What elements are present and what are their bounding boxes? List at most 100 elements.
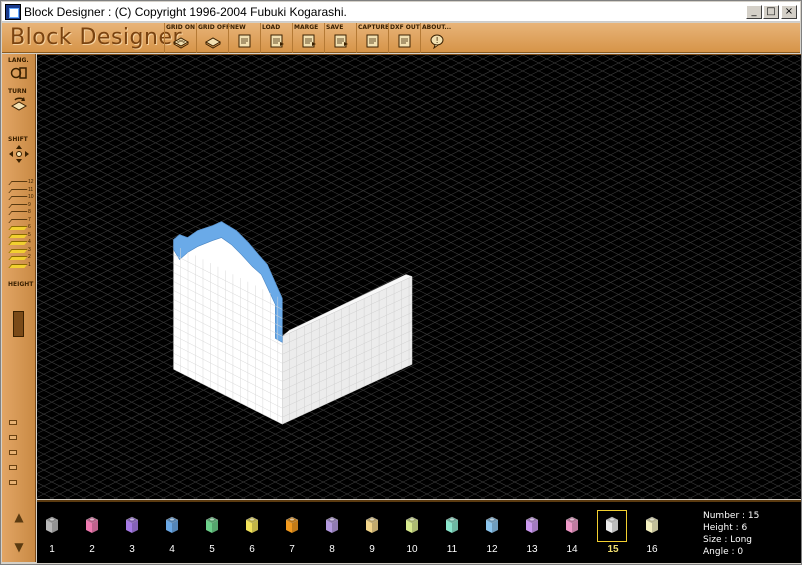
block-icon xyxy=(605,516,619,533)
shift-arrows-icon[interactable] xyxy=(8,144,30,164)
block-icon xyxy=(645,516,659,533)
swatch-number: 3 xyxy=(129,544,135,555)
color-swatch-11[interactable]: 11 xyxy=(437,510,467,556)
height-step[interactable] xyxy=(8,256,28,260)
tool-label: CAPTURE xyxy=(358,24,390,31)
color-swatch-5[interactable]: 5 xyxy=(197,510,227,556)
slot-indicator[interactable] xyxy=(9,465,17,470)
height-step[interactable] xyxy=(8,226,28,230)
turn-icon[interactable] xyxy=(10,96,28,112)
height-step[interactable] xyxy=(8,233,28,238)
slot-indicator[interactable] xyxy=(9,450,17,455)
color-swatch-12[interactable]: 12 xyxy=(477,510,507,556)
block-icon xyxy=(365,516,379,533)
capture-icon xyxy=(366,34,379,48)
color-swatch-10[interactable]: 10 xyxy=(397,510,427,556)
maximize-button[interactable]: □ xyxy=(763,5,779,19)
language-icon[interactable] xyxy=(10,65,28,81)
close-button[interactable]: × xyxy=(781,5,797,19)
height-step[interactable] xyxy=(8,203,28,208)
about-icon: ! xyxy=(430,34,444,49)
color-swatch-8[interactable]: 8 xyxy=(317,510,347,556)
minimize-button[interactable]: _ xyxy=(746,5,762,19)
scroll-down-button[interactable]: ▼ xyxy=(12,540,26,554)
tool-about[interactable]: ABOUT...! xyxy=(420,23,452,53)
height-step-number: 9 xyxy=(28,201,31,208)
height-step-number: 12 xyxy=(28,179,34,185)
swatch-number: 14 xyxy=(566,544,578,555)
height-step[interactable] xyxy=(8,218,28,223)
height-step[interactable] xyxy=(8,196,28,200)
height-step-number: 10 xyxy=(28,194,34,200)
isometric-grid xyxy=(37,55,801,499)
tool-grid-off[interactable]: GRID OFF xyxy=(196,23,230,53)
color-swatch-13[interactable]: 13 xyxy=(517,510,547,556)
info-number: Number : 15 xyxy=(703,511,760,521)
design-canvas[interactable] xyxy=(37,54,801,499)
tool-label: SAVE xyxy=(326,24,344,31)
tool-merge[interactable]: MARGE xyxy=(292,23,324,53)
swatch-number: 9 xyxy=(369,544,375,555)
block-info: Number : 15 Height : 6 Size : Long Angle… xyxy=(703,510,759,558)
scroll-up-button[interactable]: ▲ xyxy=(12,510,26,524)
height-step-number: 1 xyxy=(28,261,31,268)
tool-label: DXF OUT xyxy=(390,24,420,31)
height-step[interactable] xyxy=(8,211,28,215)
color-swatch-7[interactable]: 7 xyxy=(277,510,307,556)
tool-label: LOAD xyxy=(262,24,281,31)
tool-new-file[interactable]: NEW xyxy=(228,23,260,53)
height-step[interactable] xyxy=(8,241,28,245)
swatch-number: 12 xyxy=(486,544,498,555)
swatch-number: 16 xyxy=(646,544,658,555)
color-swatch-3[interactable]: 3 xyxy=(117,510,147,556)
app-logo: Block Designer xyxy=(10,25,183,50)
info-angle: Angle : 0 xyxy=(703,547,744,557)
height-step[interactable] xyxy=(8,248,28,253)
block-icon xyxy=(165,516,179,533)
height-step-number: 5 xyxy=(28,231,31,238)
block-icon xyxy=(85,516,99,533)
swatch-number: 10 xyxy=(406,544,418,555)
color-palette: 1 2 3 4 5 6 7 8 9 10 11 12 13 14 15 16 Number : 15 Heig… xyxy=(37,500,801,563)
color-swatch-9[interactable]: 9 xyxy=(357,510,387,556)
block-icon xyxy=(325,516,339,533)
grid-on-icon xyxy=(173,37,189,49)
swatch-number: 15 xyxy=(607,544,619,555)
height-step-number: 3 xyxy=(28,246,31,253)
swatch-number: 5 xyxy=(209,544,215,555)
swatch-number: 1 xyxy=(49,544,55,555)
color-swatch-1[interactable]: 1 xyxy=(37,510,67,556)
lang-label: LANG. xyxy=(8,57,29,64)
block-icon xyxy=(125,516,139,533)
height-step-number: 6 xyxy=(28,224,31,230)
merge-icon xyxy=(302,34,316,48)
new-file-icon xyxy=(238,34,251,48)
tool-dxf[interactable]: DXF OUT xyxy=(388,23,420,53)
color-swatch-15[interactable]: 15 xyxy=(597,510,627,555)
tool-label: GRID ON xyxy=(166,24,195,31)
title-bar[interactable]: Block Designer : (C) Copyright 1996-2004… xyxy=(2,2,800,22)
color-swatch-14[interactable]: 14 xyxy=(557,510,587,556)
tool-capture[interactable]: CAPTURE xyxy=(356,23,390,53)
block-icon xyxy=(405,516,419,533)
color-swatch-16[interactable]: 16 xyxy=(637,510,667,556)
color-swatch-2[interactable]: 2 xyxy=(77,510,107,556)
block-icon xyxy=(485,516,499,533)
height-step[interactable] xyxy=(8,263,28,268)
slot-indicator[interactable] xyxy=(9,435,17,440)
block-icon xyxy=(285,516,299,533)
slot-indicator[interactable] xyxy=(9,420,17,425)
app-icon[interactable] xyxy=(5,4,21,20)
height-step[interactable] xyxy=(8,188,28,193)
height-step[interactable] xyxy=(8,181,28,185)
height-step-number: 4 xyxy=(28,239,31,245)
slot-indicator[interactable] xyxy=(9,480,17,485)
color-swatch-6[interactable]: 6 xyxy=(237,510,267,556)
tool-load[interactable]: LOAD xyxy=(260,23,292,53)
block-icon xyxy=(45,516,59,533)
tool-grid-on[interactable]: GRID ON xyxy=(164,23,196,53)
color-swatch-4[interactable]: 4 xyxy=(157,510,187,556)
tool-save[interactable]: SAVE xyxy=(324,23,356,53)
dxf-icon xyxy=(398,34,411,48)
height-label: HEIGHT xyxy=(8,281,34,288)
